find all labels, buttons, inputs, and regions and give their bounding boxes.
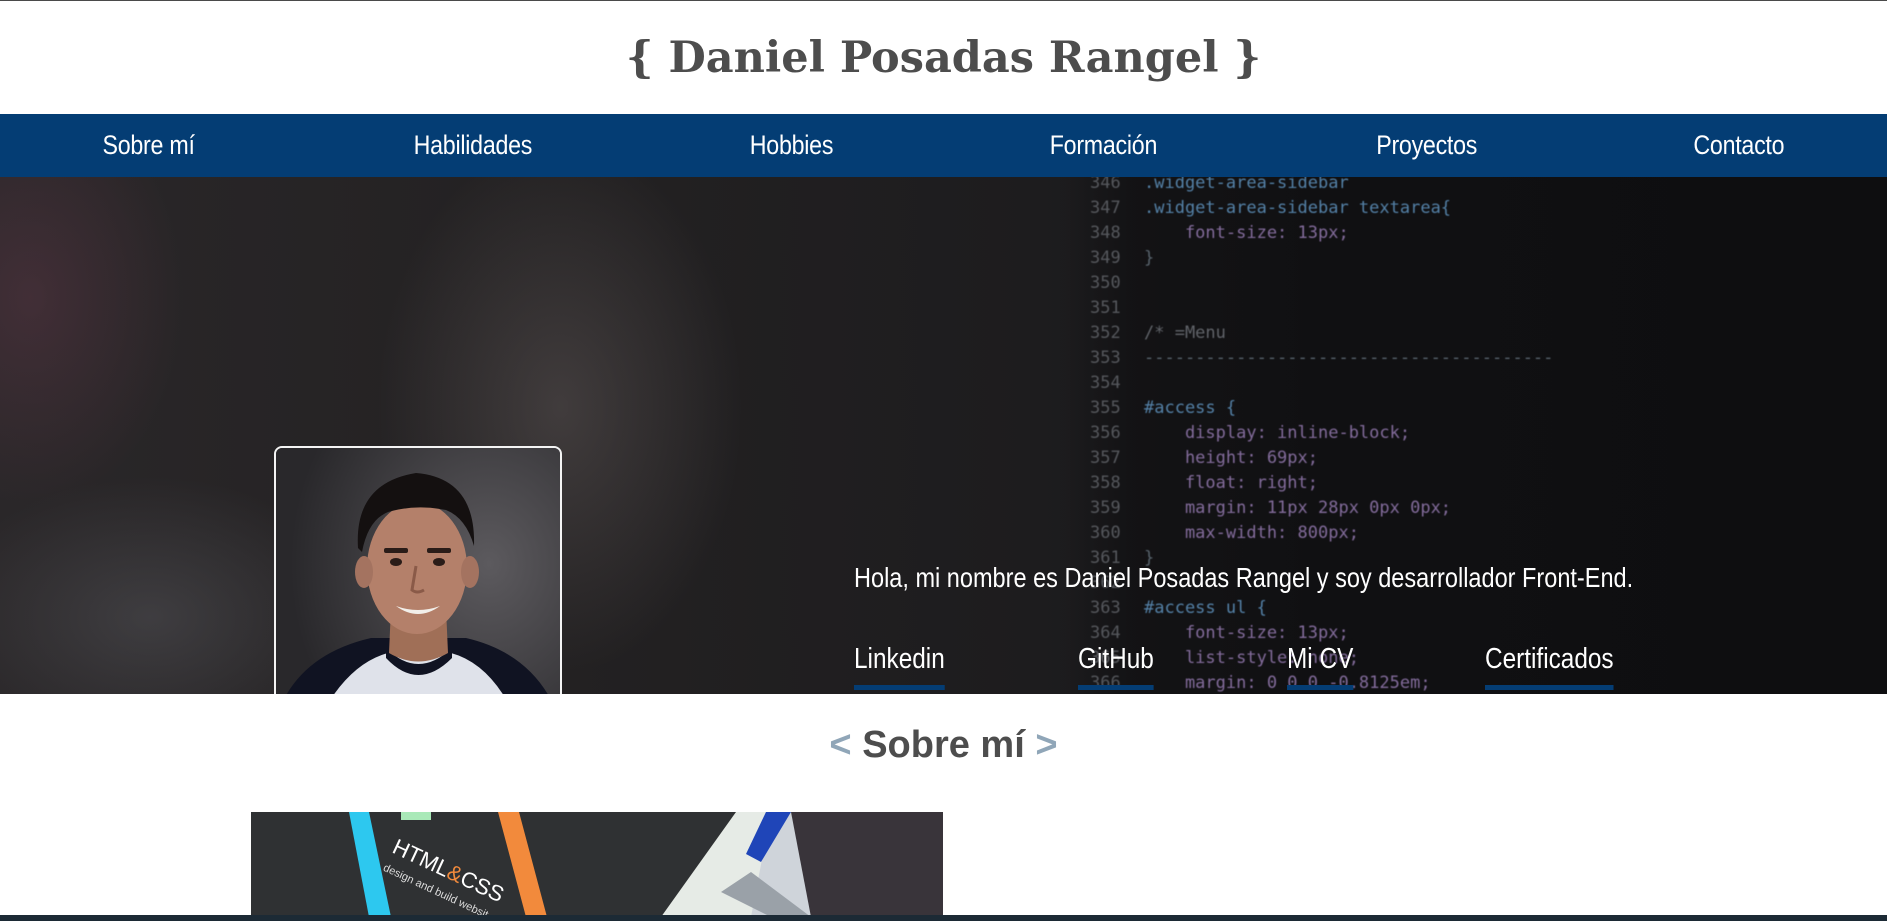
code-line-number: 348	[1090, 223, 1121, 243]
code-line-text: font-size: 13px;	[1144, 623, 1349, 643]
code-line-text: max-width: 800px;	[1144, 523, 1359, 543]
code-line-text: display: inline-block;	[1144, 423, 1411, 443]
code-line-text: font-size: 13px;	[1144, 223, 1349, 243]
code-line: 350	[1090, 271, 1850, 296]
code-line-number: 347	[1090, 198, 1121, 218]
title-left-chevron: <	[829, 724, 852, 766]
code-line-text: .widget-area-sidebar	[1144, 177, 1349, 193]
site-title: { Daniel Posadas Rangel }	[626, 33, 1261, 83]
nav-item-sobre-mi[interactable]: Sobre mí	[103, 130, 195, 161]
bottom-bar	[0, 915, 1887, 921]
site-title-name: Daniel Posadas Rangel	[668, 32, 1219, 83]
code-line-text: #access {	[1144, 398, 1237, 418]
code-line-number: 354	[1090, 373, 1121, 393]
title-right-chevron: >	[1035, 724, 1058, 766]
code-line: 357 height: 69px;	[1090, 446, 1850, 471]
code-line-text: margin: 11px 28px 0px 0px;	[1144, 498, 1452, 518]
book-photo: HTML&CSS design and build websit	[251, 812, 943, 917]
cv-link[interactable]: Mi CV	[1287, 643, 1354, 690]
code-line-text: #access ul {	[1144, 598, 1267, 618]
code-line: 354	[1090, 371, 1850, 396]
nav-item-hobbies[interactable]: Hobbies	[750, 130, 834, 161]
code-line-number: 355	[1090, 398, 1121, 418]
code-line-number: 363	[1090, 598, 1121, 618]
code-line-text: /* =Menu	[1144, 323, 1226, 343]
code-line-text: height: 69px;	[1144, 448, 1318, 468]
code-line-number: 350	[1090, 273, 1121, 293]
nav-item-habilidades[interactable]: Habilidades	[413, 130, 532, 161]
hero-banner: 346 .widget-area-sidebar 347 .widget-area-s…	[0, 177, 1887, 694]
section-title-text: Sobre mí	[862, 724, 1025, 766]
portrait-image	[276, 448, 560, 694]
code-line: 348 font-size: 13px;	[1090, 221, 1850, 246]
code-line: 351	[1090, 296, 1850, 321]
code-line: 355 #access {	[1090, 396, 1850, 421]
main-nav: Sobre mí Habilidades Hobbies Formación P…	[0, 114, 1887, 177]
profile-photo	[274, 446, 562, 694]
code-line-number: 357	[1090, 448, 1121, 468]
code-line-number: 358	[1090, 473, 1121, 493]
code-line: 356 display: inline-block;	[1090, 421, 1850, 446]
nav-item-proyectos[interactable]: Proyectos	[1376, 130, 1477, 161]
code-line: 359 margin: 11px 28px 0px 0px;	[1090, 496, 1850, 521]
about-image: HTML&CSS design and build websit	[251, 812, 943, 917]
code-line-number: 356	[1090, 423, 1121, 443]
code-line: 358 float: right;	[1090, 471, 1850, 496]
code-line: 360 max-width: 800px;	[1090, 521, 1850, 546]
code-line-number: 349	[1090, 248, 1121, 268]
page: { Daniel Posadas Rangel } Sobre mí Habil…	[0, 0, 1887, 921]
code-line-number: 353	[1090, 348, 1121, 368]
code-line-number: 360	[1090, 523, 1121, 543]
code-line: 349}	[1090, 246, 1850, 271]
code-line: 352 /* =Menu	[1090, 321, 1850, 346]
code-line: 346 .widget-area-sidebar	[1090, 177, 1850, 196]
open-brace: {	[625, 32, 654, 83]
code-line-text: }	[1144, 248, 1155, 268]
nav-item-formacion[interactable]: Formación	[1050, 130, 1158, 161]
code-line-text: .widget-area-sidebar textarea{	[1144, 198, 1452, 218]
code-line: 363 #access ul {	[1090, 596, 1850, 621]
certificates-link[interactable]: Certificados	[1485, 643, 1614, 690]
code-line: 353 -------------------------------------…	[1090, 346, 1850, 371]
hero-links: Linkedin GitHub Mi CV Certificados	[854, 643, 1614, 694]
code-line-text: float: right;	[1144, 473, 1318, 493]
linkedin-link[interactable]: Linkedin	[854, 643, 945, 690]
code-line-number: 359	[1090, 498, 1121, 518]
hero-intro-text: Hola, mi nombre es Daniel Posadas Rangel…	[854, 562, 1634, 593]
code-line-number: 352	[1090, 323, 1121, 343]
github-link[interactable]: GitHub	[1078, 643, 1154, 690]
code-line-number: 351	[1090, 298, 1121, 318]
section-title-sobre-mi: < Sobre mí >	[0, 724, 1887, 767]
code-line: 347 .widget-area-sidebar textarea{	[1090, 196, 1850, 221]
code-line-number: 346	[1090, 177, 1121, 193]
close-brace: }	[1233, 32, 1262, 83]
site-header: { Daniel Posadas Rangel }	[0, 1, 1887, 114]
code-line-text: ----------------------------------------	[1144, 348, 1554, 368]
nav-item-contacto[interactable]: Contacto	[1694, 130, 1785, 161]
background-code: 346 .widget-area-sidebar 347 .widget-area-s…	[1090, 177, 1850, 693]
